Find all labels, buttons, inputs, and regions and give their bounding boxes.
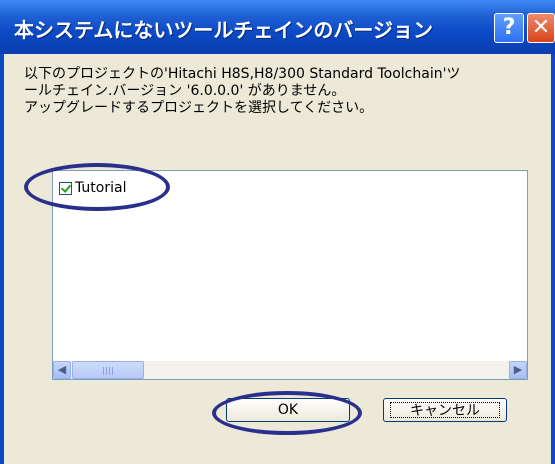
chevron-right-icon: ▶	[513, 363, 523, 376]
scroll-left-button[interactable]: ◀	[53, 361, 71, 379]
scroll-right-button[interactable]: ▶	[509, 361, 527, 379]
horizontal-scrollbar[interactable]: ◀ ▶	[53, 361, 527, 379]
message-line: アップグレードするプロジェクトを選択してください。	[24, 100, 374, 116]
message-line: ールチェイン.バージョン '6.0.0.0' がありません。	[24, 83, 346, 99]
close-button[interactable]: ✕	[527, 13, 555, 43]
cancel-button[interactable]: キャンセル	[383, 398, 507, 422]
cancel-button-label: キャンセル	[390, 402, 500, 419]
message-line: 以下のプロジェクトの'Hitachi H8S,H8/300 Standard T…	[24, 66, 461, 82]
title-bar: 本システムにないツールチェインのバージョン ? ✕	[0, 0, 555, 54]
window-border-right	[551, 54, 555, 464]
chevron-left-icon: ◀	[57, 363, 67, 376]
close-icon: ✕	[531, 15, 551, 40]
upgrade-toolchain-dialog: 本システムにないツールチェインのバージョン ? ✕ 以下のプロジェクトの'Hit…	[0, 0, 555, 464]
help-icon: ?	[502, 15, 516, 40]
help-button[interactable]: ?	[494, 13, 524, 43]
window-border-left	[0, 54, 4, 464]
dialog-title: 本システムにないツールチェインのバージョン	[14, 18, 433, 42]
highlight-circle-tutorial	[24, 163, 170, 211]
grip-icon	[103, 367, 115, 375]
highlight-circle-ok	[212, 391, 362, 435]
scroll-thumb[interactable]	[72, 361, 144, 379]
dialog-message: 以下のプロジェクトの'Hitachi H8S,H8/300 Standard T…	[24, 66, 544, 117]
